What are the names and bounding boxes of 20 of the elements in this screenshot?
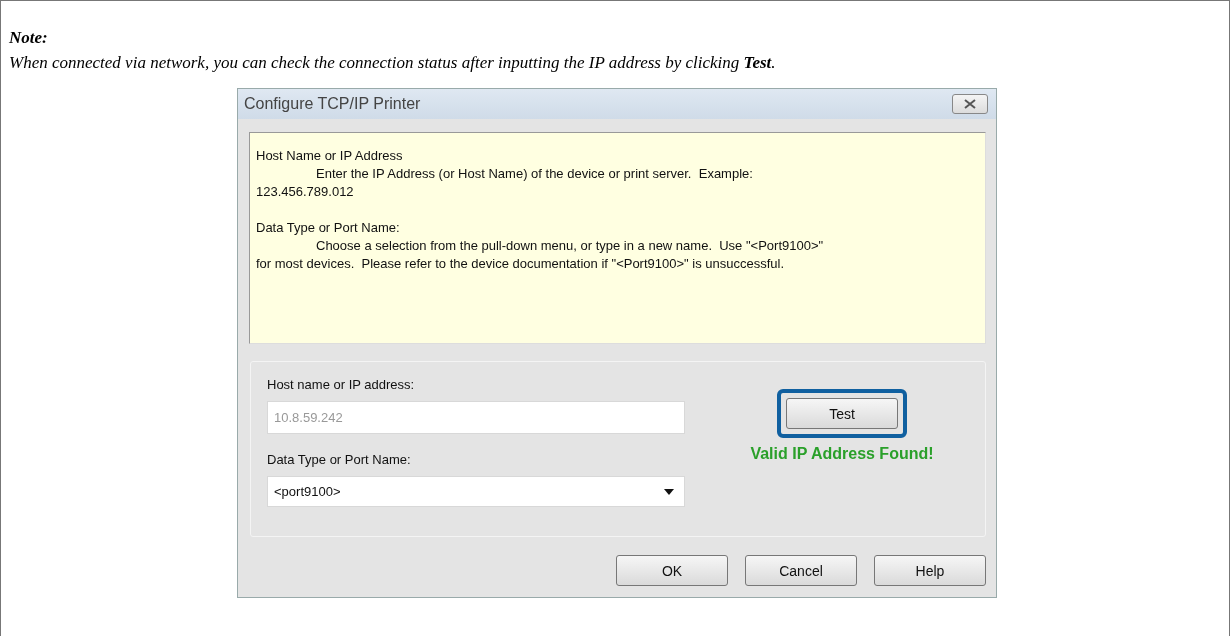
help-heading: Data Type or Port Name: xyxy=(256,219,400,237)
help-heading: Host Name or IP Address xyxy=(256,147,403,165)
close-button[interactable] xyxy=(952,94,988,114)
field-label: Host name or IP address: xyxy=(267,377,415,393)
dialog-button[interactable]: Cancel xyxy=(745,555,857,586)
help-text: Choose a selection from the pull-down menu, or type in a new name. Use "<Port9100>" xyxy=(316,237,824,255)
window-title: Configure TCP/IP Printer xyxy=(244,95,421,113)
help-text: Enter the IP Address (or Host Name) of the device or print server. Example: xyxy=(316,165,753,183)
close-icon xyxy=(964,99,976,109)
note-text: When connected via network, you can check the connection status after inputting the IP address by clicking Test. xyxy=(9,52,776,74)
port-dropdown[interactable]: <port9100> xyxy=(267,476,685,507)
field-label: Data Type or Port Name: xyxy=(267,452,411,468)
status-message: Valid IP Address Found! xyxy=(750,445,934,463)
help-text: for most devices. Please refer to the device documentation if "<Port9100>" is unsuccessful. xyxy=(256,255,785,273)
test-button[interactable]: Test xyxy=(786,398,898,429)
dropdown-arrow-icon xyxy=(664,488,674,495)
note-heading: Note: xyxy=(9,27,48,49)
help-text: 123.456.789.012 xyxy=(256,183,354,201)
dialog-button[interactable]: OK xyxy=(616,555,728,586)
dialog-button[interactable]: Help xyxy=(874,555,986,586)
